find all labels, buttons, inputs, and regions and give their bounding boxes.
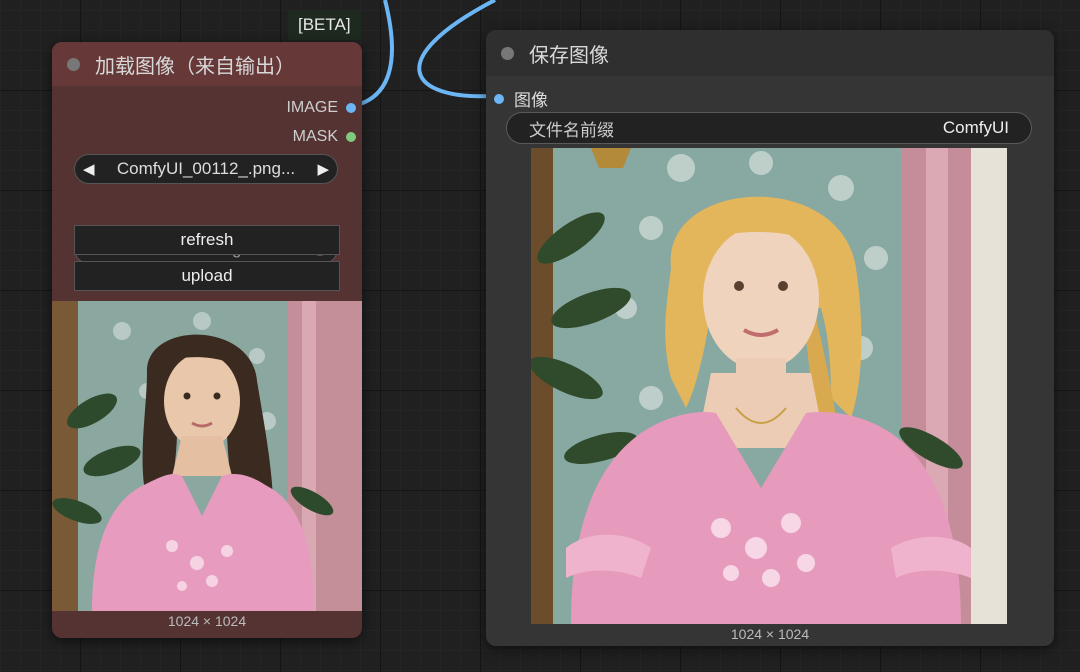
output-slot-icon[interactable] [346, 103, 356, 113]
load-image-preview [52, 301, 362, 611]
portrait-image [52, 301, 362, 611]
output-mask[interactable]: MASK [293, 126, 356, 148]
image-combo[interactable]: ◀ ComfyUI_00112_.png... ▶ [74, 154, 338, 184]
combo-value: ComfyUI_00112_.png... [116, 159, 296, 178]
collapse-dot-icon[interactable] [501, 46, 514, 60]
save-image-node[interactable]: 保存图像 图像 文件名前缀 ComfyUI 1024 × 1024 [486, 30, 1054, 646]
load-image-node[interactable]: 加载图像（来自输出） IMAGE MASK ◀ ComfyUI_00112_.p… [52, 42, 362, 638]
preview-dimensions: 1024 × 1024 [730, 626, 810, 642]
output-image[interactable]: IMAGE [286, 97, 356, 119]
output-label: MASK [292, 128, 338, 145]
output-label: IMAGE [286, 99, 338, 116]
refresh-button[interactable]: refresh [74, 225, 340, 255]
prefix-label: 文件名前缀 [529, 120, 614, 140]
collapse-dot-icon[interactable] [67, 57, 80, 71]
node-title-bar[interactable]: 保存图像 [486, 30, 1054, 76]
node-title-bar[interactable]: 加载图像（来自输出） [52, 42, 362, 86]
filename-prefix-input[interactable]: 文件名前缀 ComfyUI [506, 112, 1032, 144]
output-slot-icon[interactable] [346, 132, 356, 142]
saved-image-preview [531, 148, 1007, 624]
prefix-value: ComfyUI [942, 118, 1009, 137]
node-title: 保存图像 [529, 44, 609, 67]
image-link-wire-2 [417, 0, 496, 99]
upload-button[interactable]: upload [74, 261, 340, 291]
beta-badge: [BETA] [288, 10, 361, 40]
input-slot-icon[interactable] [494, 93, 504, 104]
preview-dimensions: 1024 × 1024 [167, 613, 247, 629]
left-arrow-icon[interactable]: ◀ [83, 160, 95, 178]
right-arrow-icon[interactable]: ▶ [317, 160, 329, 178]
portrait-image [531, 148, 1007, 624]
input-label: 图像 [514, 91, 548, 110]
node-title: 加载图像（来自输出） [95, 55, 295, 78]
input-image[interactable]: 图像 [494, 86, 548, 111]
image-link-wire [359, 0, 395, 106]
